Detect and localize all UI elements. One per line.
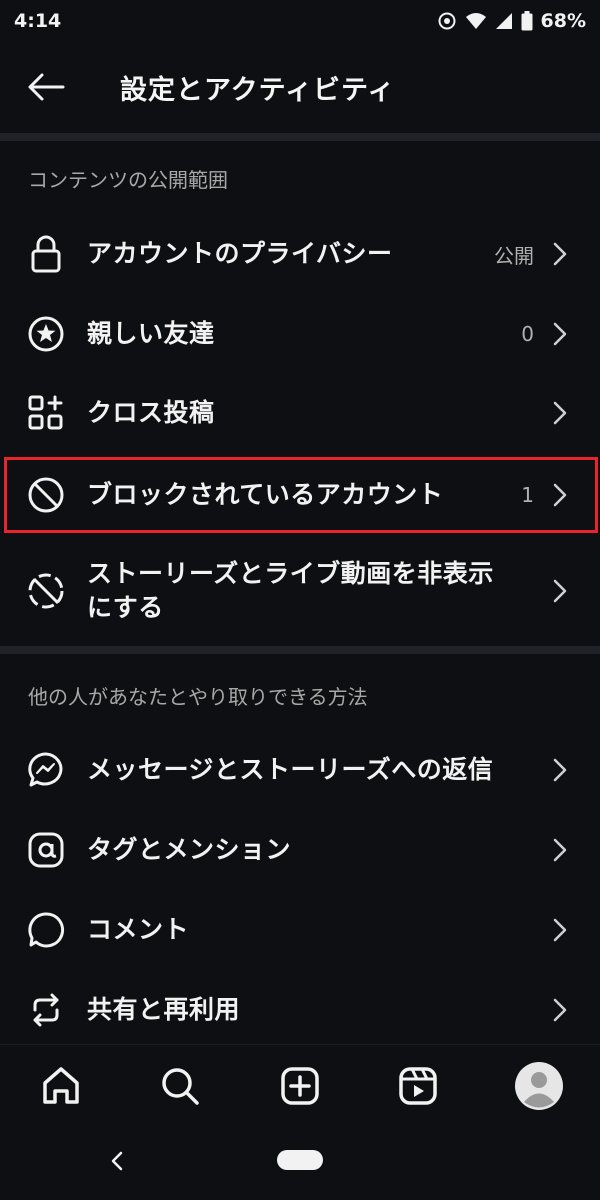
system-back-button[interactable]	[104, 1146, 130, 1176]
row-close-friends[interactable]: 親しい友達 0	[0, 296, 600, 372]
profile-avatar	[515, 1062, 563, 1110]
row-hide-story-live[interactable]: ストーリーズとライブ動画を非表示 にする	[0, 545, 600, 637]
battery-icon	[521, 11, 533, 31]
chevron-right-icon	[550, 835, 570, 865]
status-bar: 4:14 68%	[0, 0, 600, 42]
row-cross-posting[interactable]: クロス投稿	[0, 375, 600, 451]
section-header-content-visibility: コンテンツの公開範囲	[28, 168, 228, 192]
system-nav-bar	[0, 1126, 600, 1200]
nav-create[interactable]	[275, 1061, 325, 1111]
reels-icon	[399, 1067, 437, 1105]
star-circle-icon	[25, 313, 67, 355]
chevron-right-icon	[550, 319, 570, 349]
row-label: コメント	[87, 915, 190, 944]
nav-home[interactable]	[36, 1061, 86, 1111]
home-icon	[43, 1067, 79, 1104]
status-time: 4:14	[14, 10, 62, 32]
settings-status-icon	[437, 11, 457, 31]
grid-plus-icon	[25, 392, 67, 434]
system-home-pill[interactable]	[277, 1150, 323, 1170]
nav-reels[interactable]	[393, 1061, 443, 1111]
row-label: 親しい友達	[87, 319, 215, 348]
row-messages-replies[interactable]: メッセージとストーリーズへの返信	[0, 732, 600, 808]
chevron-right-icon	[550, 239, 570, 269]
section-divider	[0, 646, 600, 654]
chevron-right-icon	[550, 995, 570, 1025]
nav-search[interactable]	[155, 1061, 205, 1111]
page-title: 設定とアクティビティ	[120, 74, 396, 106]
row-sharing-reuse[interactable]: 共有と再利用	[0, 972, 600, 1048]
signal-icon	[495, 12, 513, 30]
repost-icon	[25, 989, 67, 1031]
row-label-line2: にする	[87, 593, 164, 622]
arrow-left-icon	[28, 73, 65, 101]
row-comments[interactable]: コメント	[0, 892, 600, 968]
app-header: 設定とアクティビティ	[0, 42, 600, 132]
row-label: アカウントのプライバシー	[87, 239, 393, 268]
row-value: 公開	[494, 243, 534, 268]
section-header-interactions: 他の人があなたとやり取りできる方法	[28, 685, 368, 709]
at-icon	[25, 829, 67, 871]
row-tags-mentions[interactable]: タグとメンション	[0, 812, 600, 888]
chevron-right-icon	[550, 755, 570, 785]
row-label: タグとメンション	[87, 835, 292, 864]
create-icon	[281, 1067, 319, 1105]
chevron-right-icon	[550, 398, 570, 428]
chevron-left-icon	[111, 1151, 123, 1171]
row-label: メッセージとストーリーズへの返信	[87, 755, 494, 784]
row-account-privacy[interactable]: アカウントのプライバシー 公開	[0, 216, 600, 292]
bottom-nav	[0, 1044, 600, 1126]
row-value: 0	[521, 322, 534, 346]
hide-story-icon	[25, 570, 67, 612]
row-label-line1: ストーリーズとライブ動画を非表示	[87, 559, 494, 588]
status-icons: 68%	[437, 10, 586, 32]
chevron-right-icon	[550, 576, 570, 606]
battery-percent: 68%	[540, 10, 586, 32]
row-label: クロス投稿	[87, 398, 215, 427]
lock-icon	[25, 233, 67, 275]
messenger-icon	[25, 749, 67, 791]
wifi-icon	[465, 12, 487, 30]
search-icon	[162, 1068, 199, 1105]
section-divider	[0, 133, 600, 141]
row-label: 共有と再利用	[87, 995, 241, 1024]
highlight-box	[4, 457, 598, 533]
nav-profile[interactable]	[514, 1061, 564, 1111]
chevron-right-icon	[550, 915, 570, 945]
comment-icon	[25, 909, 67, 951]
back-button[interactable]	[0, 42, 92, 132]
